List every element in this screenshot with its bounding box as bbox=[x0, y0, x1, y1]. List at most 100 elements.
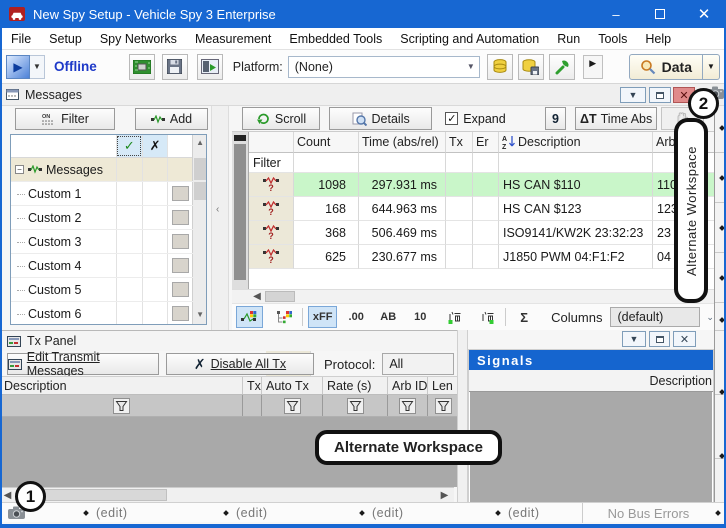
scroll-left-icon[interactable]: ◀ bbox=[250, 290, 264, 303]
color-picker-button[interactable] bbox=[172, 210, 189, 225]
tree-collapse-icon[interactable]: − bbox=[15, 165, 24, 174]
alternate-workspace-button-callout[interactable]: Alternate Workspace bbox=[315, 430, 502, 465]
columns-select[interactable]: (default) bbox=[610, 307, 700, 327]
signals-dropdown-button[interactable]: ▼ bbox=[622, 331, 646, 347]
tree-scrollbar-thumb[interactable] bbox=[192, 158, 206, 181]
expand-checkbox[interactable]: ✓ Expand bbox=[445, 112, 505, 126]
color-picker-button[interactable] bbox=[172, 186, 189, 201]
tx-column-len[interactable]: Len bbox=[428, 377, 458, 394]
message-row[interactable]: ? 625 230.677 ms J1850 PWM 04:F1:F2 04 F bbox=[249, 245, 714, 269]
tree-item-custom-1[interactable]: Custom 1 bbox=[11, 182, 206, 206]
color-picker-button[interactable] bbox=[172, 282, 189, 297]
status-edit-1[interactable]: (edit) bbox=[96, 506, 127, 520]
messages-horizontal-scrollbar[interactable]: ◀ bbox=[232, 289, 714, 303]
tree-scrollbar-top[interactable]: ▲ bbox=[192, 135, 206, 158]
time-abs-button[interactable]: ΔT Time Abs bbox=[575, 107, 657, 130]
filter-funnel-button[interactable] bbox=[435, 398, 452, 414]
tree-item-custom-4[interactable]: Custom 4 bbox=[11, 254, 206, 278]
sum-button[interactable]: Σ bbox=[511, 306, 537, 328]
messages-vertical-scrollbar[interactable] bbox=[232, 132, 249, 290]
save-database-button[interactable] bbox=[518, 54, 544, 80]
message-row[interactable]: ? 168 644.963 ms HS CAN $123 123 bbox=[249, 197, 714, 221]
filter-funnel-button[interactable] bbox=[347, 398, 364, 414]
filter-cell[interactable] bbox=[446, 153, 473, 173]
messages-restore-button[interactable] bbox=[649, 87, 671, 103]
menu-item-spy-networks[interactable]: Spy Networks bbox=[91, 29, 186, 49]
minimize-button[interactable]: – bbox=[594, 0, 638, 28]
scrollbar-thumb[interactable] bbox=[265, 291, 295, 302]
maximize-button[interactable] bbox=[638, 0, 682, 28]
play-dropdown-button[interactable]: ▼ bbox=[30, 55, 45, 79]
messages-dropdown-button[interactable]: ▼ bbox=[620, 87, 646, 103]
alternate-workspace-tab-callout[interactable]: Alternate Workspace bbox=[674, 118, 708, 303]
tree-scrollbar-track[interactable] bbox=[192, 230, 206, 253]
status-edit-3[interactable]: (edit) bbox=[372, 506, 403, 520]
signals-column-description[interactable]: Description bbox=[469, 370, 713, 392]
tree-item-custom-5[interactable]: Custom 5 bbox=[11, 278, 206, 302]
tree-scrollbar-track[interactable] bbox=[192, 206, 206, 229]
filter-button[interactable]: ON Filter bbox=[15, 108, 115, 130]
scroll-button[interactable]: Scroll bbox=[242, 107, 320, 130]
tree-scrollbar-thumb[interactable] bbox=[192, 182, 206, 205]
color-picker-button[interactable] bbox=[172, 306, 189, 321]
check-all-icon[interactable]: ✓ bbox=[116, 135, 142, 157]
filter-cell[interactable] bbox=[499, 153, 653, 173]
data-dropdown-button[interactable]: ▼ bbox=[703, 54, 720, 80]
protocol-select[interactable]: All bbox=[382, 353, 454, 375]
add-button[interactable]: Add bbox=[135, 108, 208, 130]
database-button[interactable] bbox=[487, 54, 513, 80]
tree-item-custom-6[interactable]: Custom 6 ▼ bbox=[11, 302, 206, 325]
tx-column-auto-tx[interactable]: Auto Tx bbox=[262, 377, 323, 394]
tx-signals-splitter[interactable] bbox=[457, 330, 468, 502]
filter-funnel-button[interactable] bbox=[284, 398, 301, 414]
color-picker-button[interactable] bbox=[172, 234, 189, 249]
menu-item-setup[interactable]: Setup bbox=[40, 29, 91, 49]
menu-item-embedded-tools[interactable]: Embedded Tools bbox=[280, 29, 391, 49]
tx-column-rate[interactable]: Rate (s) bbox=[323, 377, 388, 394]
scroll-right-icon[interactable]: ▶ bbox=[438, 489, 451, 501]
data-button[interactable]: Data bbox=[629, 54, 703, 80]
platform-setup-button[interactable] bbox=[197, 54, 223, 80]
uncheck-all-icon[interactable]: ✗ bbox=[142, 135, 168, 157]
column-header-time[interactable]: Time (abs/rel) bbox=[359, 132, 446, 153]
save-button[interactable] bbox=[162, 54, 188, 80]
disable-all-tx-button[interactable]: ✗ Disable All Tx bbox=[166, 353, 314, 375]
edit-transmit-messages-button[interactable]: Edit Transmit Messages bbox=[7, 353, 159, 375]
signals-close-button[interactable]: ✕ bbox=[673, 331, 696, 347]
ascii-display-button[interactable]: AB bbox=[375, 306, 401, 328]
scrollbar-thumb[interactable] bbox=[234, 144, 246, 280]
binary-display-button[interactable]: 10 bbox=[407, 306, 433, 328]
details-button[interactable]: Details bbox=[329, 107, 432, 130]
message-row[interactable]: ? 1098 297.931 ms HS CAN $110 110 bbox=[249, 173, 714, 197]
status-edit-2[interactable]: (edit) bbox=[236, 506, 267, 520]
static-view-button[interactable] bbox=[236, 306, 263, 328]
message-row[interactable]: ? 368 506.469 ms ISO9141/KW2K 23:32:23 2… bbox=[249, 221, 714, 245]
tree-scrollbar-track[interactable] bbox=[192, 278, 206, 301]
filter-funnel-button[interactable] bbox=[113, 398, 130, 414]
tree-scrollbar-track[interactable] bbox=[192, 254, 206, 277]
tree-item-messages[interactable]: − Messages bbox=[11, 158, 206, 182]
scrollbar-thumb[interactable] bbox=[33, 489, 167, 501]
chevron-down-icon[interactable]: ⌄ bbox=[706, 312, 714, 323]
sidebar-toggle-button[interactable]: ▶ bbox=[583, 55, 603, 79]
collapse-left-icon[interactable]: ‹ bbox=[216, 204, 219, 215]
filter-cell[interactable] bbox=[359, 153, 446, 173]
menu-item-run[interactable]: Run bbox=[548, 29, 589, 49]
menu-item-file[interactable]: File bbox=[2, 29, 40, 49]
tree-item-custom-2[interactable]: Custom 2 bbox=[11, 206, 206, 230]
signals-restore-button[interactable] bbox=[649, 331, 670, 347]
panel-splitter[interactable]: ‹ bbox=[211, 106, 229, 330]
word-display-button-1[interactable] bbox=[441, 306, 467, 328]
menu-item-tools[interactable]: Tools bbox=[589, 29, 636, 49]
menu-item-measurement[interactable]: Measurement bbox=[186, 29, 280, 49]
platform-select[interactable]: (None) ▼ bbox=[288, 56, 480, 78]
column-header-tx[interactable]: Tx bbox=[446, 132, 473, 153]
column-header-count[interactable]: Count bbox=[294, 132, 359, 153]
tx-column-tx[interactable]: Tx bbox=[243, 377, 262, 394]
tree-item-custom-3[interactable]: Custom 3 bbox=[11, 230, 206, 254]
filter-cell[interactable] bbox=[294, 153, 359, 173]
column-header-description[interactable]: AZ Description bbox=[499, 132, 653, 153]
hex-display-button[interactable]: xFF bbox=[308, 306, 337, 328]
menu-item-help[interactable]: Help bbox=[636, 29, 680, 49]
tools-button[interactable] bbox=[549, 54, 575, 80]
